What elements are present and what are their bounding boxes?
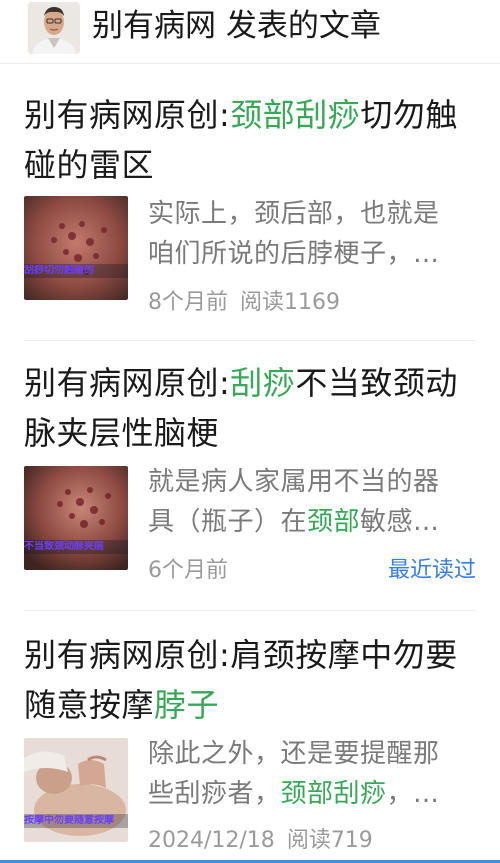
- title-text: 别有病网原创:: [24, 96, 231, 134]
- publish-time: 6个月前: [148, 558, 228, 583]
- excerpt-line: 实际上，颈后部，也就是: [148, 199, 440, 229]
- article-title[interactable]: 别有病网原创:颈部刮痧切勿触碰的雷区: [24, 90, 476, 190]
- excerpt-line: 就是病人家属用不当的器: [148, 467, 440, 497]
- divider: [24, 340, 476, 341]
- title-highlight: 脖子: [154, 686, 220, 724]
- article-meta: 6个月前 最近读过: [148, 556, 476, 586]
- publish-time: 8个月前: [148, 290, 228, 315]
- article-thumbnail[interactable]: 刮痧切勿触碰的: [24, 196, 128, 300]
- publish-time: 2024/12/18: [148, 828, 275, 853]
- excerpt-text: ，…: [386, 779, 440, 809]
- article-meta: 8个月前 阅读1169: [148, 288, 476, 318]
- article-item[interactable]: 别有病网原创:颈部刮痧切勿触碰的雷区 刮痧切勿触碰的 实际上，颈后部，也就是 咱…: [24, 90, 476, 330]
- article-item[interactable]: 别有病网原创:刮痧不当致颈动脉夹层性脑梗 不当致颈动脉夹层 就是病人家属用不当的…: [24, 358, 476, 598]
- recently-read-badge: 最近读过: [387, 558, 476, 583]
- account-header[interactable]: 别有病网 发表的文章: [0, 0, 500, 64]
- article-excerpt: 实际上，颈后部，也就是 咱们所说的后脖梗子，…: [148, 194, 476, 274]
- article-title[interactable]: 别有病网原创:肩颈按摩中勿要随意按摩脖子: [24, 630, 476, 730]
- excerpt-line: 咱们所说的后脖梗子，…: [148, 239, 440, 269]
- title-text: 别有病网原创:: [24, 364, 231, 402]
- article-title[interactable]: 别有病网原创:刮痧不当致颈动脉夹层性脑梗: [24, 358, 476, 458]
- article-meta: 2024/12/18 阅读719: [148, 826, 476, 856]
- article-excerpt: 除此之外，还是要提醒那 些刮痧者，颈部刮痧，…: [148, 734, 476, 814]
- author-avatar[interactable]: [28, 2, 80, 54]
- read-count: 阅读1169: [240, 290, 340, 315]
- article-excerpt: 就是病人家属用不当的器 具（瓶子）在颈部敏感…: [148, 462, 476, 542]
- excerpt-text: 敏感…: [360, 507, 440, 537]
- thumbnail-caption: 刮痧切勿触碰的: [24, 265, 94, 276]
- read-count: 阅读719: [286, 828, 373, 853]
- title-text: 别有病网原创:肩颈按摩中勿要随意按摩: [24, 636, 458, 724]
- header-title: 别有病网 发表的文章: [92, 8, 381, 44]
- article-thumbnail[interactable]: 不当致颈动脉夹层: [24, 466, 128, 570]
- excerpt-text: 具（瓶子）在: [148, 507, 308, 537]
- excerpt-highlight: 颈部刮痧: [280, 779, 387, 809]
- thumbnail-caption: 按摩中勿要随意按摩: [24, 815, 114, 826]
- divider: [24, 610, 476, 611]
- excerpt-highlight: 颈部: [307, 507, 361, 537]
- article-item[interactable]: 别有病网原创:肩颈按摩中勿要随意按摩脖子 按摩中勿要随意按摩 除此之外，还是要提…: [24, 630, 476, 863]
- title-highlight: 颈部刮痧: [230, 96, 361, 134]
- excerpt-line: 些刮痧者，颈部刮痧，…: [148, 774, 476, 814]
- excerpt-text: 些刮痧者，: [148, 779, 281, 809]
- excerpt-line: 除此之外，还是要提醒那: [148, 739, 440, 769]
- article-thumbnail[interactable]: 按摩中勿要随意按摩: [24, 738, 128, 842]
- title-highlight: 刮痧: [230, 364, 296, 402]
- excerpt-line: 具（瓶子）在颈部敏感…: [148, 502, 476, 542]
- thumbnail-caption: 不当致颈动脉夹层: [24, 541, 104, 552]
